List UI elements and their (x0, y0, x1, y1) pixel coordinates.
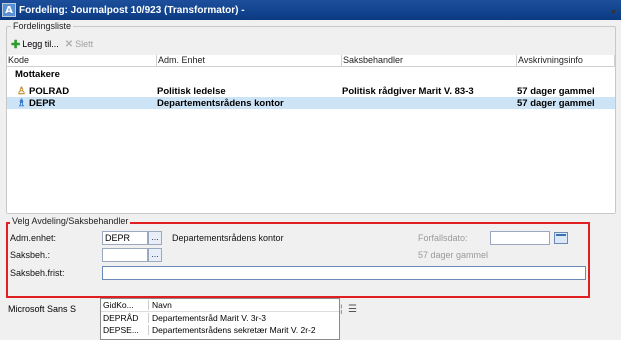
dropdown-item[interactable]: DEPRÅD Departementsråd Marit V. 3r-3 (101, 312, 339, 324)
adm-enhet-name: Departementsrådens kontor (172, 233, 284, 243)
dot-marker (612, 10, 615, 13)
calendar-icon[interactable] (554, 232, 568, 244)
group-row-mottakere: Mottakere (15, 68, 60, 80)
col-adm-enhet[interactable]: Adm. Enhet (157, 55, 342, 66)
col-saksbehandler[interactable]: Saksbehandler (342, 55, 517, 66)
font-selector[interactable]: Microsoft Sans S (8, 304, 76, 314)
row-adm-enhet: Politisk ledelse (157, 85, 226, 97)
adm-enhet-input[interactable]: DEPR (102, 231, 148, 245)
delete-button-label: Slett (75, 39, 94, 49)
saksbehandler-dropdown[interactable]: GidKo... Navn DEPRÅD Departementsråd Mar… (100, 298, 340, 340)
list-toolbar: ✚ Legg til... ✕ Slett (7, 35, 615, 53)
fordeling-window: A Fordeling: Journalpost 10/923 (Transfo… (0, 0, 621, 340)
delete-button[interactable]: ✕ Slett (65, 39, 93, 50)
row-saksbehandler: Politisk rådgiver Marit V. 83-3 (342, 85, 474, 97)
col-kode[interactable]: Kode (7, 55, 157, 66)
velg-avdeling-group: Velg Avdeling/Saksbehandler Adm.enhet: D… (6, 216, 590, 298)
col-avskrivningsinfo[interactable]: Avskrivningsinfo (517, 55, 615, 66)
forfallsdato-label: Forfallsdato: (418, 233, 468, 243)
fordelingsliste-legend: Fordelingsliste (11, 21, 74, 31)
adm-enhet-label: Adm.enhet: (10, 233, 57, 243)
grid-header: Kode Adm. Enhet Saksbehandler Avskrivnin… (7, 55, 615, 67)
add-button[interactable]: ✚ Legg til... (11, 38, 59, 51)
fordelingsliste-group: Fordelingsliste ✚ Legg til... ✕ Slett Ko… (6, 21, 616, 214)
row-avskrivning: 57 dager gammel (517, 97, 595, 109)
dropdown-item-name: Departementsråd Marit V. 3r-3 (152, 313, 267, 323)
title-bar: A Fordeling: Journalpost 10/923 (Transfo… (0, 0, 621, 20)
age-text: 57 dager gammel (418, 250, 489, 260)
window-title: Fordeling: Journalpost 10/923 (Transform… (19, 4, 245, 16)
table-row[interactable]: ♙ POLRAD Politisk ledelse Politisk rådgi… (7, 85, 615, 97)
saksbeh-lookup-button[interactable]: ... (148, 248, 162, 262)
adm-enhet-lookup-button[interactable]: ... (148, 231, 162, 245)
dropdown-col-code: GidKo... (101, 300, 149, 310)
person-icon: ♙ (17, 85, 26, 97)
dropdown-item-name: Departementsrådens sekretær Marit V. 2r-… (152, 325, 316, 335)
add-button-label: Legg til... (22, 39, 59, 49)
table-row-selected[interactable]: ♗ DEPR Departementsrådens kontor 57 dage… (7, 97, 615, 109)
saksbeh-frist-input[interactable] (102, 266, 586, 280)
app-icon: A (2, 3, 16, 17)
dropdown-item-code: DEPSE... (101, 325, 149, 335)
delete-icon: ✕ (64, 38, 74, 50)
dropdown-item-code: DEPRÅD (101, 313, 149, 323)
dropdown-item[interactable]: DEPSE... Departementsrådens sekretær Mar… (101, 324, 339, 336)
row-avskrivning: 57 dager gammel (517, 85, 595, 97)
dropdown-header: GidKo... Navn (101, 299, 339, 312)
row-kode: POLRAD (29, 85, 70, 97)
saksbeh-label: Saksbeh.: (10, 250, 51, 260)
row-adm-enhet: Departementsrådens kontor (157, 97, 284, 109)
forfallsdato-input[interactable] (490, 231, 550, 245)
bullet-list-icon[interactable]: ☰ (348, 304, 357, 315)
saksbeh-input[interactable] (102, 248, 148, 262)
velg-legend: Velg Avdeling/Saksbehandler (10, 216, 131, 226)
row-kode: DEPR (29, 97, 56, 109)
dropdown-col-name: Navn (152, 300, 172, 310)
saksbeh-frist-label: Saksbeh.frist: (10, 268, 65, 278)
distribution-grid[interactable]: Kode Adm. Enhet Saksbehandler Avskrivnin… (7, 55, 615, 213)
department-icon: ♗ (17, 97, 26, 109)
toolbar-separator: ¦ (340, 304, 343, 315)
plus-icon: ✚ (11, 38, 21, 51)
